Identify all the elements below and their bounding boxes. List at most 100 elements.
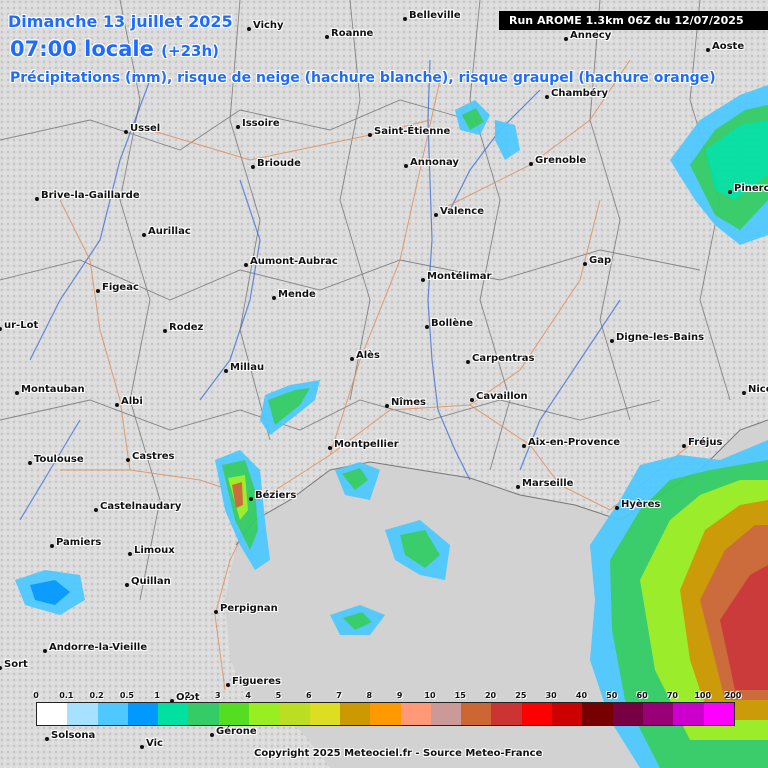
legend-swatch xyxy=(97,703,128,725)
city-dot xyxy=(35,197,39,201)
model-run-banner: Run AROME 1.3km 06Z du 12/07/2025 xyxy=(499,11,768,30)
legend-tick-label: 7 xyxy=(336,691,342,700)
legend-swatch xyxy=(127,703,159,725)
city-dot xyxy=(247,27,251,31)
legend-tick-label: 6 xyxy=(305,691,312,700)
city-label: Toulouse xyxy=(34,454,84,465)
city-dot xyxy=(272,296,276,300)
city-label: Sort xyxy=(4,659,28,670)
legend-swatch xyxy=(612,703,643,725)
legend-tick-label: 9 xyxy=(396,691,403,700)
legend-tick-label: 100 xyxy=(694,691,712,700)
city-dot xyxy=(249,497,253,501)
city-dot xyxy=(28,461,32,465)
city-label: Brioude xyxy=(257,158,301,169)
legend-swatch xyxy=(188,703,219,725)
legend-swatch xyxy=(582,703,613,725)
city-dot xyxy=(224,369,228,373)
legend-tick-label: 5 xyxy=(275,691,282,700)
city-label: Annecy xyxy=(570,30,612,41)
city-label: Digne-les-Bains xyxy=(616,332,705,343)
city-dot xyxy=(522,444,526,448)
city-dot xyxy=(682,444,686,448)
city-label: Albi xyxy=(121,396,143,407)
city-label: Chambéry xyxy=(551,88,609,99)
map-subtitle: Précipitations (mm), risque de neige (ha… xyxy=(10,70,716,86)
city-dot xyxy=(124,130,128,134)
city-dot xyxy=(742,391,746,395)
city-dot xyxy=(210,733,214,737)
legend-tick-label: 15 xyxy=(454,691,466,700)
legend-swatch xyxy=(642,703,674,725)
city-label: Aumont-Aubrac xyxy=(250,256,338,267)
city-dot xyxy=(236,125,240,129)
forecast-date: Dimanche 13 juillet 2025 xyxy=(8,12,233,31)
legend-swatch xyxy=(309,703,340,725)
city-dot xyxy=(466,360,470,364)
city-dot xyxy=(50,544,54,548)
city-label: Gérone xyxy=(216,726,257,737)
city-label: Figeac xyxy=(102,282,139,293)
legend-swatch xyxy=(279,703,310,725)
city-dot xyxy=(43,649,47,653)
legend-tick-label: 50 xyxy=(606,691,618,700)
city-dot xyxy=(564,37,568,41)
legend-swatch xyxy=(158,703,189,725)
city-label: Aoste xyxy=(712,41,745,52)
city-dot xyxy=(385,404,389,408)
city-dot xyxy=(403,17,407,21)
city-dot xyxy=(226,683,230,687)
legend-swatch xyxy=(218,703,250,725)
legend-tick-label: 25 xyxy=(515,691,527,700)
legend-tick-label: 70 xyxy=(666,691,678,700)
legend-tick-label: 30 xyxy=(545,691,557,700)
city-dot xyxy=(615,506,619,510)
legend-tick-label: 2 xyxy=(184,691,191,700)
city-dot xyxy=(425,325,429,329)
city-label: Solsona xyxy=(51,730,96,741)
city-dot xyxy=(728,190,732,194)
legend-tick-label: 40 xyxy=(575,691,588,700)
legend-tick-label: 0.2 xyxy=(89,691,104,700)
city-dot xyxy=(142,233,146,237)
city-label: Béziers xyxy=(255,490,297,501)
city-label: Figueres xyxy=(232,676,281,687)
legend-tick-label: 1 xyxy=(154,691,160,700)
city-label: Belleville xyxy=(409,10,461,21)
city-dot xyxy=(368,133,372,137)
city-dot xyxy=(94,508,98,512)
city-label: Montélimar xyxy=(427,271,492,282)
city-label: Vic xyxy=(146,738,163,749)
city-dot xyxy=(140,745,144,749)
city-label: Carpentras xyxy=(472,353,535,364)
city-label: Montpellier xyxy=(334,439,399,450)
city-label: Quillan xyxy=(131,576,171,587)
city-dot xyxy=(706,48,710,52)
forecast-time: 07:00 locale (+23h) xyxy=(10,37,219,61)
legend-swatch xyxy=(703,703,734,725)
city-label: Pamiers xyxy=(56,537,102,548)
forecast-offset: (+23h) xyxy=(161,42,219,60)
legend-tick-label: 0 xyxy=(33,691,39,700)
city-dot xyxy=(529,162,533,166)
city-dot xyxy=(516,485,520,489)
city-dot xyxy=(15,391,19,395)
legend-swatch xyxy=(673,703,704,725)
city-dot xyxy=(434,213,438,217)
legend-swatch xyxy=(249,703,280,725)
city-label: Grenoble xyxy=(535,155,587,166)
city-dot xyxy=(96,289,100,293)
city-label: Ussel xyxy=(130,123,161,134)
legend-swatch xyxy=(430,703,462,725)
city-label: Rodez xyxy=(169,322,204,333)
city-label: Alès xyxy=(356,350,380,361)
city-dot xyxy=(421,278,425,282)
city-label: Castres xyxy=(132,451,175,462)
city-dot xyxy=(583,262,587,266)
city-label: Saint-Étienne xyxy=(374,126,451,137)
city-dot xyxy=(126,458,130,462)
city-dot xyxy=(128,552,132,556)
city-dot xyxy=(545,95,549,99)
legend-swatch xyxy=(552,703,583,725)
city-label: Gap xyxy=(589,255,612,266)
